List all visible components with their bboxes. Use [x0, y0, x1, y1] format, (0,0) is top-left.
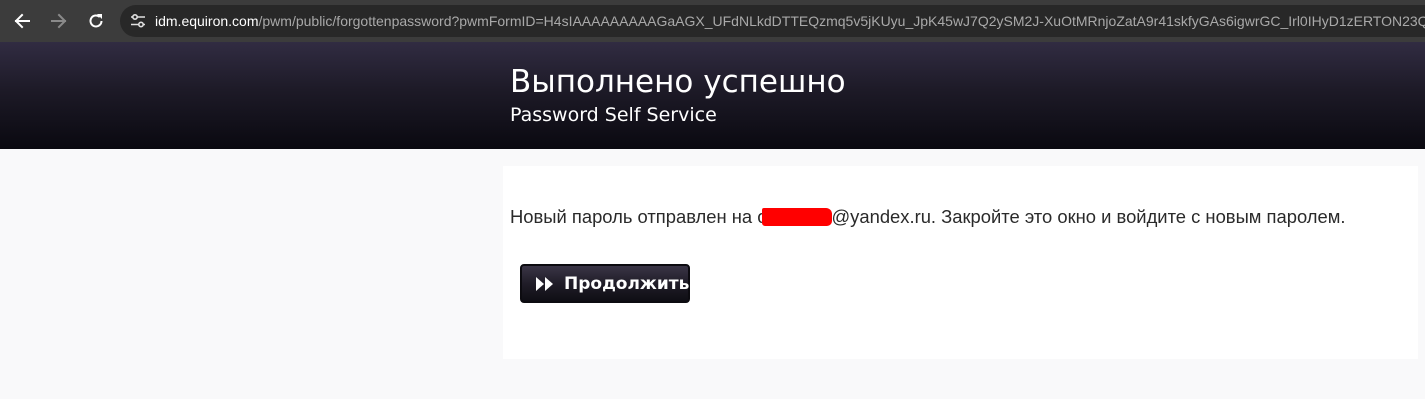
url-host: idm.equiron.com	[155, 13, 259, 29]
url-text: idm.equiron.com/pwm/public/forgottenpass…	[155, 13, 1425, 29]
page-header: Выполнено успешно Password Self Service	[0, 42, 1425, 149]
reload-icon	[89, 14, 103, 28]
continue-button[interactable]: Продолжить	[520, 264, 690, 303]
content-panel: Новый пароль отправлен на o @yandex.ru. З…	[503, 166, 1418, 359]
success-message: Новый пароль отправлен на o @yandex.ru. З…	[510, 206, 1346, 228]
message-text-start: Новый пароль отправлен на o	[510, 206, 768, 227]
back-arrow-icon	[14, 13, 30, 29]
page-title: Выполнено успешно	[510, 64, 846, 100]
forward-arrow-icon	[51, 13, 67, 29]
message-text-end: @yandex.ru. Закройте это окно и войдите …	[831, 206, 1346, 227]
fast-forward-icon	[534, 275, 556, 293]
back-button[interactable]	[4, 3, 40, 39]
browser-toolbar: idm.equiron.com/pwm/public/forgottenpass…	[0, 0, 1425, 42]
address-bar[interactable]: idm.equiron.com/pwm/public/forgottenpass…	[120, 5, 1425, 37]
forward-button[interactable]	[41, 3, 77, 39]
url-path: /pwm/public/forgottenpassword?pwmFormID=…	[258, 13, 1425, 29]
redacted-email-block	[761, 208, 832, 226]
site-settings-icon[interactable]	[130, 12, 146, 30]
page-subtitle: Password Self Service	[510, 104, 717, 126]
continue-button-label: Продолжить	[564, 273, 690, 294]
reload-button[interactable]	[78, 3, 114, 39]
